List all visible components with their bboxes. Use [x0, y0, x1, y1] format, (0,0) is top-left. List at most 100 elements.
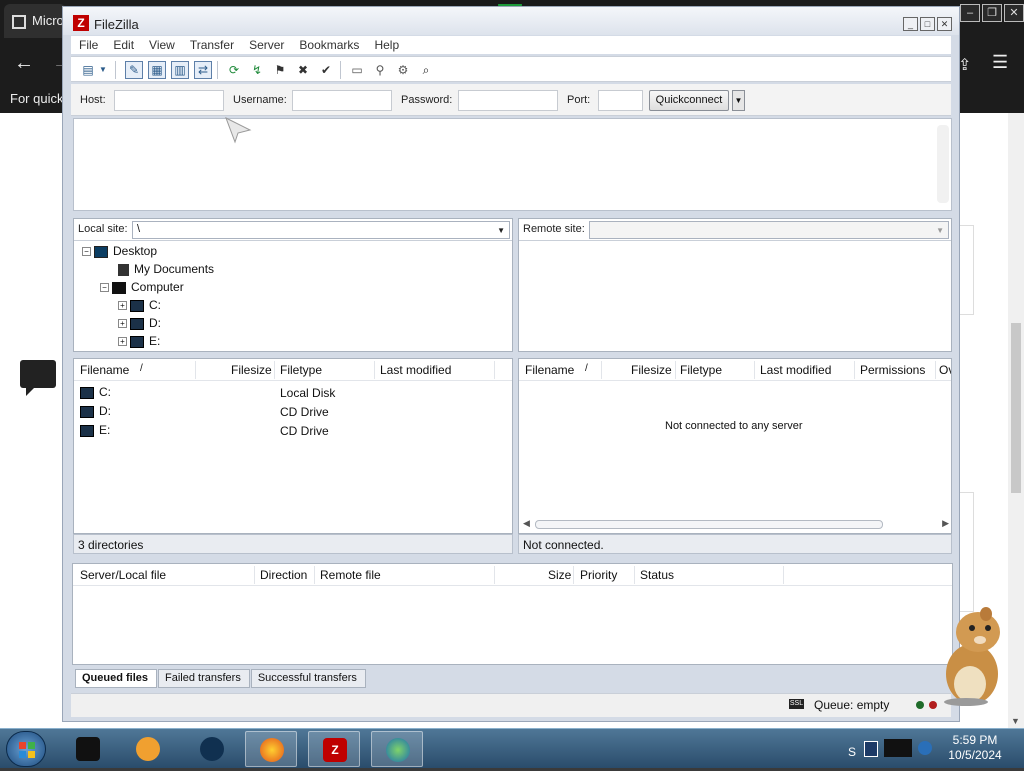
transfer-queue[interactable]: Server/Local file Direction Remote file …	[72, 563, 953, 665]
compare-directories-icon[interactable]: ⚲	[371, 61, 389, 79]
taskbar-app-globe[interactable]	[186, 731, 238, 767]
password-input[interactable]	[458, 90, 558, 111]
port-input[interactable]	[598, 90, 643, 111]
tray-device-icon[interactable]	[884, 739, 912, 757]
start-button[interactable]	[6, 731, 46, 767]
share-icon[interactable]: ⇪	[958, 55, 971, 75]
refresh-icon[interactable]: ⟳	[225, 61, 243, 79]
column-filesize[interactable]: Filesize	[631, 363, 672, 377]
network-icon[interactable]	[864, 741, 878, 757]
quickconnect-button[interactable]: Quickconnect	[649, 90, 729, 111]
scroll-left-arrow-icon[interactable]: ◀	[523, 518, 530, 529]
column-filesize[interactable]: Filesize	[231, 363, 272, 377]
column-filetype[interactable]: Filetype	[680, 363, 722, 377]
remote-file-list[interactable]: Filename / Filesize Filetype Last modifi…	[518, 358, 952, 534]
tree-node-e[interactable]: + E:	[118, 334, 160, 348]
tree-node-desktop[interactable]: − Desktop	[82, 244, 157, 258]
tree-node-computer[interactable]: − Computer	[100, 280, 184, 294]
tree-node-d[interactable]: + D:	[118, 316, 161, 330]
minimize-button[interactable]: _	[903, 17, 918, 31]
menu-transfer[interactable]: Transfer	[182, 36, 241, 54]
column-remote-file[interactable]: Remote file	[320, 568, 381, 582]
scroll-right-arrow-icon[interactable]: ▶	[942, 518, 949, 529]
tree-node-my-documents[interactable]: My Documents	[118, 262, 214, 276]
browser-scrollbar[interactable]: ▼	[1008, 113, 1024, 728]
process-queue-icon[interactable]: ↯	[248, 61, 266, 79]
remote-horizontal-scrollbar[interactable]: ◀ ▶	[523, 518, 949, 532]
message-log[interactable]	[73, 118, 952, 211]
column-permissions[interactable]: Permissions	[860, 363, 925, 377]
taskbar-app-filezilla[interactable]: Z	[308, 731, 360, 767]
taskbar-app-media-player[interactable]	[122, 731, 174, 767]
local-site-path-combo[interactable]: \ ▼	[132, 221, 510, 239]
tray-app-icon[interactable]	[918, 741, 932, 755]
column-status[interactable]: Status	[640, 568, 674, 582]
quickconnect-dropdown-icon[interactable]: ▼	[732, 90, 745, 111]
chevron-down-icon[interactable]: ▼	[936, 226, 944, 235]
directory-listing-filters-icon[interactable]: ▭	[348, 61, 366, 79]
chat-bubble-icon[interactable]	[20, 360, 56, 396]
cancel-operation-icon[interactable]: ⚑	[271, 61, 289, 79]
menu-help[interactable]: Help	[366, 36, 406, 54]
column-direction[interactable]: Direction	[260, 568, 307, 582]
column-filename[interactable]: Filename	[525, 363, 574, 377]
site-manager-dropdown-icon[interactable]: ▼	[97, 61, 109, 79]
menu-view[interactable]: View	[141, 36, 182, 54]
tab-failed-transfers[interactable]: Failed transfers	[158, 669, 250, 688]
expand-icon[interactable]: +	[118, 319, 127, 329]
browser-tab[interactable]: Micro	[4, 4, 66, 38]
close-button[interactable]: ✕	[937, 17, 952, 31]
find-files-icon[interactable]: ⌕	[417, 61, 435, 79]
site-manager-icon[interactable]: ▤	[79, 61, 97, 79]
collapse-icon[interactable]: −	[82, 247, 91, 257]
remote-site-path-combo[interactable]: ▼	[589, 221, 949, 239]
message-log-scrollbar[interactable]	[937, 125, 949, 203]
host-input[interactable]	[114, 90, 224, 111]
browser-close-button[interactable]: ✕	[1004, 4, 1024, 22]
maximize-button[interactable]: □	[920, 17, 935, 31]
menu-bookmarks[interactable]: Bookmarks	[291, 36, 366, 54]
toggle-transfer-queue-icon[interactable]: ⇄	[194, 61, 212, 79]
hamburger-menu-icon[interactable]: ☰	[992, 52, 1008, 73]
tree-node-c[interactable]: + C:	[118, 298, 161, 312]
scrollbar-thumb[interactable]	[535, 520, 883, 529]
scrollbar-thumb[interactable]	[1011, 323, 1021, 493]
scroll-down-arrow-icon[interactable]: ▼	[1011, 716, 1020, 726]
local-file-list[interactable]: Filename / Filesize Filetype Last modifi…	[73, 358, 513, 534]
tab-successful-transfers[interactable]: Successful transfers	[250, 669, 366, 688]
collapse-icon[interactable]: −	[100, 283, 109, 293]
expand-icon[interactable]: +	[118, 337, 127, 347]
browser-restore-button[interactable]: ❐	[982, 4, 1002, 22]
system-clock[interactable]: 5:59 PM 10/5/2024	[940, 733, 1010, 763]
file-row[interactable]: D:	[80, 404, 111, 418]
synchronized-browsing-icon[interactable]: ⚙	[394, 61, 412, 79]
reconnect-icon[interactable]: ✔	[317, 61, 335, 79]
file-row[interactable]: E:	[80, 423, 110, 437]
column-size[interactable]: Size	[548, 568, 571, 582]
toggle-remote-tree-icon[interactable]: ▥	[171, 61, 189, 79]
browser-minimize-button[interactable]: –	[960, 4, 980, 22]
menu-server[interactable]: Server	[241, 36, 291, 54]
column-priority[interactable]: Priority	[580, 568, 617, 582]
username-input[interactable]	[292, 90, 392, 111]
taskbar-app-downloader[interactable]	[371, 731, 423, 767]
title-bar[interactable]: Z FileZilla _ □ ✕	[63, 7, 959, 35]
toggle-message-log-icon[interactable]: ✎	[125, 61, 143, 79]
column-server-local-file[interactable]: Server/Local file	[80, 568, 166, 582]
menu-edit[interactable]: Edit	[105, 36, 141, 54]
column-last-modified[interactable]: Last modified	[380, 363, 451, 377]
column-owner[interactable]: Ov	[939, 363, 951, 377]
expand-icon[interactable]: +	[118, 301, 127, 311]
column-filetype[interactable]: Filetype	[280, 363, 322, 377]
disconnect-icon[interactable]: ✖	[294, 61, 312, 79]
taskbar-app-device[interactable]	[62, 731, 114, 767]
taskbar-app-firefox[interactable]	[245, 731, 297, 767]
tab-queued-files[interactable]: Queued files	[75, 669, 158, 688]
column-filename[interactable]: Filename	[80, 363, 129, 377]
column-last-modified[interactable]: Last modified	[760, 363, 831, 377]
toggle-local-tree-icon[interactable]: ▦	[148, 61, 166, 79]
chevron-down-icon[interactable]: ▼	[497, 226, 505, 235]
file-row[interactable]: C:	[80, 385, 111, 399]
menu-file[interactable]: File	[71, 36, 105, 54]
back-arrow-icon[interactable]: ←	[14, 52, 34, 75]
